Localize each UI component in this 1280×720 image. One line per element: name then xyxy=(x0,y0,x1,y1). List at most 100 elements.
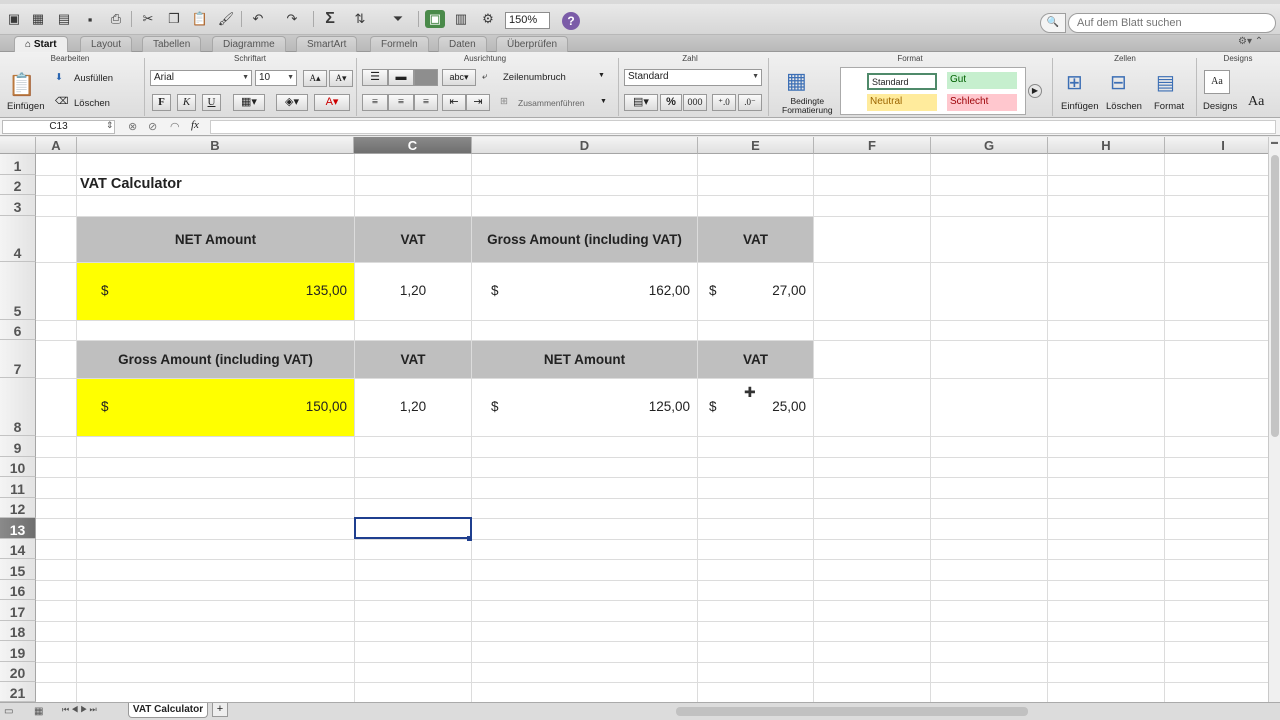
column-header-i[interactable]: I xyxy=(1165,137,1268,154)
themes-icon[interactable]: Aa xyxy=(1204,70,1230,94)
clear-button[interactable]: Löschen xyxy=(74,98,110,109)
tab-formulas[interactable]: Formeln xyxy=(370,36,429,52)
shrink-font-button[interactable]: A▾ xyxy=(329,70,353,87)
borders-icon[interactable]: ▦▾ xyxy=(233,94,265,111)
name-box[interactable]: C13 xyxy=(2,120,115,134)
row-header-20[interactable]: 20 xyxy=(0,662,36,682)
selected-cell[interactable] xyxy=(354,517,472,539)
sheet-tab-active[interactable]: VAT Calculator xyxy=(128,703,208,718)
align-left-icon[interactable]: ≡ xyxy=(362,94,388,111)
tab-data[interactable]: Daten xyxy=(438,36,487,52)
thousands-button[interactable]: 000 xyxy=(683,94,707,111)
font-size-select[interactable]: 10 ▼ xyxy=(255,70,297,86)
row-header-10[interactable]: 10 xyxy=(0,457,36,477)
grow-font-button[interactable]: A▴ xyxy=(303,70,327,87)
number-format-select[interactable]: Standard ▼ xyxy=(624,69,762,86)
align-middle-icon[interactable]: ▬ xyxy=(388,69,414,86)
conditional-format-button[interactable]: Bedingte Formatierung xyxy=(782,97,833,115)
autosum-icon[interactable]: Σ xyxy=(320,10,340,28)
formula-input[interactable] xyxy=(210,120,1276,134)
percent-button[interactable]: % xyxy=(660,94,682,111)
merge-button[interactable]: Zusammenführen xyxy=(518,98,585,108)
increase-decimal-icon[interactable]: ⁺.0 xyxy=(712,94,736,111)
column-header-f[interactable]: F xyxy=(814,137,931,154)
bold-button[interactable]: F xyxy=(152,94,171,111)
table2-header-vat[interactable]: VAT xyxy=(698,341,813,378)
redo-icon[interactable]: ↷ xyxy=(282,10,302,28)
ribbon-options-icon[interactable]: ⚙▾ ⌃ xyxy=(1238,36,1263,47)
gallery-icon[interactable]: ▦ xyxy=(28,10,48,28)
vertical-scroll-thumb[interactable] xyxy=(1271,155,1279,437)
row-header-14[interactable]: 14 xyxy=(0,539,36,559)
save-icon[interactable]: ▪ xyxy=(80,10,100,28)
table1-net-input[interactable]: $ 135,00 xyxy=(77,263,354,320)
row-header-5[interactable]: 5 xyxy=(0,262,36,320)
row-header-12[interactable]: 12 xyxy=(0,498,36,518)
row-header-16[interactable]: 16 xyxy=(0,580,36,600)
tab-review[interactable]: Überprüfen xyxy=(496,36,569,52)
row-header-2[interactable]: 2 xyxy=(0,175,36,195)
align-right-icon[interactable]: ≡ xyxy=(414,94,438,111)
table1-header-net[interactable]: NET Amount xyxy=(77,217,354,262)
fill-color-icon[interactable]: ◈▾ xyxy=(276,94,308,111)
table2-header-gross[interactable]: Gross Amount (including VAT) xyxy=(77,341,354,378)
print-icon[interactable]: ⎙ xyxy=(106,10,126,28)
increase-indent-icon[interactable]: ⇥ xyxy=(466,94,490,111)
row-header-6[interactable]: 6 xyxy=(0,320,36,340)
table2-net-value[interactable]: 125,00 xyxy=(472,399,690,414)
paste-icon[interactable]: 📋 xyxy=(8,72,35,98)
fill-button[interactable]: Ausfüllen xyxy=(74,73,113,84)
cut-icon[interactable]: ✂ xyxy=(138,10,158,28)
table1-vat-rate-value[interactable]: 1,20 xyxy=(355,283,471,298)
row-header-19[interactable]: 19 xyxy=(0,641,36,662)
align-center-icon[interactable]: ≡ xyxy=(388,94,414,111)
table1-vat-value[interactable]: 27,00 xyxy=(698,283,806,298)
row-header-13[interactable]: 13 xyxy=(0,518,36,539)
normal-view-icon[interactable]: ▭ xyxy=(4,706,13,717)
column-header-d[interactable]: D xyxy=(472,137,698,154)
copy-icon[interactable]: ❐ xyxy=(164,10,184,28)
delete-cells-button[interactable]: Löschen xyxy=(1106,101,1142,112)
confirm-icon[interactable]: ⊘ xyxy=(148,120,157,133)
tab-start[interactable]: ⌂ Start xyxy=(14,36,68,52)
namebox-stepper-icon[interactable]: ⇕ xyxy=(106,120,114,131)
insert-cells-button[interactable]: Einfügen xyxy=(1061,101,1099,112)
new-icon[interactable]: ▣ xyxy=(4,10,24,28)
column-header-g[interactable]: G xyxy=(931,137,1048,154)
format-painter-icon[interactable]: 🖌 xyxy=(216,10,236,28)
tab-charts[interactable]: Diagramme xyxy=(212,36,286,52)
vertical-scrollbar[interactable]: ▬ xyxy=(1268,137,1280,702)
table2-vat-rate-value[interactable]: 1,20 xyxy=(355,399,471,414)
align-bottom-icon[interactable] xyxy=(414,69,438,86)
row-header-4[interactable]: 4 xyxy=(0,216,36,262)
style-bad[interactable]: Schlecht xyxy=(947,94,1017,111)
table1-gross-value[interactable]: 162,00 xyxy=(472,283,690,298)
row-header-15[interactable]: 15 xyxy=(0,559,36,580)
underline-button[interactable]: U xyxy=(202,94,221,111)
table1-header-vat-rate[interactable]: VAT xyxy=(355,217,471,262)
style-standard[interactable]: Standard xyxy=(867,73,937,90)
undo-icon[interactable]: ↶ xyxy=(248,10,268,28)
decrease-indent-icon[interactable]: ⇤ xyxy=(442,94,466,111)
theme-fonts-button[interactable]: Aa xyxy=(1248,94,1264,110)
gallery-toggle-icon[interactable]: ▣ xyxy=(425,10,445,28)
row-header-8[interactable]: 8 xyxy=(0,378,36,436)
orientation-button[interactable]: abc▾ xyxy=(442,69,476,86)
row-header-18[interactable]: 18 xyxy=(0,621,36,641)
style-neutral[interactable]: Neutral xyxy=(867,94,937,111)
formula-builder-icon[interactable]: ◠ xyxy=(170,120,180,133)
row-header-3[interactable]: 3 xyxy=(0,195,36,216)
fill-handle[interactable] xyxy=(467,536,472,541)
formula-builder-icon[interactable]: ▥ xyxy=(451,10,471,28)
cancel-icon[interactable]: ⊗ xyxy=(128,120,137,133)
layout-view-icon[interactable]: ▦ xyxy=(34,706,43,717)
sheet-nav-icon[interactable]: ⏮◀▶⏭ xyxy=(62,705,99,715)
zoom-field[interactable]: 150% xyxy=(505,12,550,29)
sheet-title[interactable]: VAT Calculator xyxy=(80,176,182,192)
sort-icon[interactable]: ⇅ xyxy=(350,10,370,28)
row-header-1[interactable]: 1 xyxy=(0,154,36,175)
paste-button[interactable]: Einfügen xyxy=(7,101,45,112)
row-header-11[interactable]: 11 xyxy=(0,477,36,498)
table1-header-gross[interactable]: Gross Amount (including VAT) xyxy=(472,217,697,262)
paste-icon[interactable]: 📋 xyxy=(190,10,210,28)
